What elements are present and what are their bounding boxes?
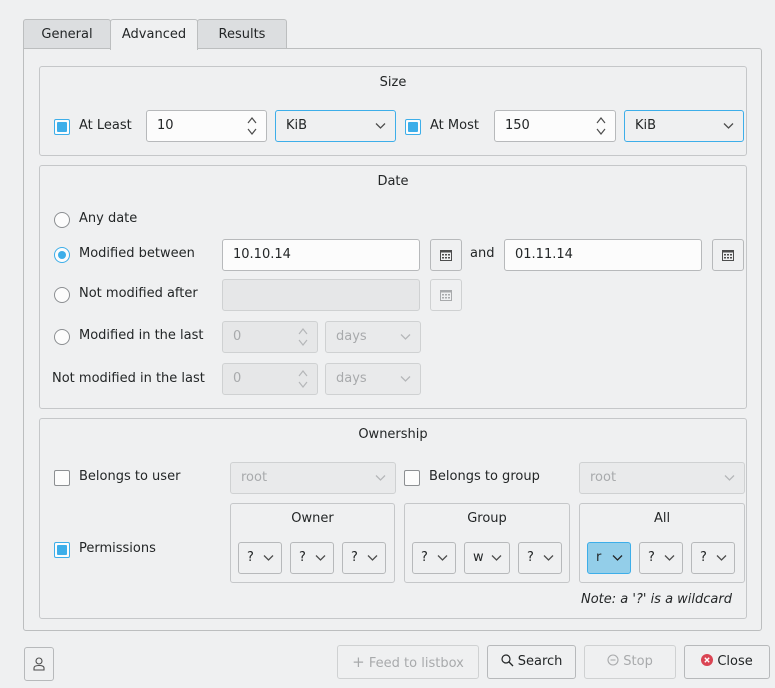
and-label: and	[470, 246, 495, 261]
modified-in-last-unit-select[interactable]: days	[325, 321, 421, 353]
close-button[interactable]: Close	[684, 645, 770, 679]
not-modified-after-radio[interactable]	[54, 287, 70, 303]
owner-exec-select[interactable]: ?	[342, 542, 386, 574]
plus-icon: +	[352, 653, 365, 671]
chevron-down-icon	[375, 123, 386, 129]
belongs-to-user-label: Belongs to user	[79, 469, 181, 484]
group-read-select[interactable]: ?	[412, 542, 456, 574]
chevron-down-icon	[367, 555, 378, 561]
chevron-down-icon	[723, 123, 734, 129]
date-from-field[interactable]: 10.10.14	[222, 239, 420, 271]
size-group: Size At Least 10 KiB At Most 150 KiB	[39, 66, 747, 156]
date-to-calendar-button[interactable]	[712, 239, 744, 271]
spin-arrows-icon	[298, 328, 308, 346]
group-exec-select[interactable]: ?	[518, 542, 562, 574]
chevron-down-icon	[491, 555, 502, 561]
date-title: Date	[377, 174, 409, 189]
wildcard-note: Note: a '?' is a wildcard	[581, 592, 732, 607]
at-least-unit-select[interactable]: KiB	[275, 110, 396, 142]
any-date-label: Any date	[79, 211, 138, 226]
user-select[interactable]: root	[230, 462, 396, 494]
not-modified-after-label: Not modified after	[79, 286, 198, 301]
permissions-checkbox[interactable]	[54, 542, 70, 558]
close-icon	[701, 654, 714, 666]
owner-read-select[interactable]: ?	[238, 542, 282, 574]
advanced-panel: Size At Least 10 KiB At Most 150 KiB Dat…	[23, 48, 762, 631]
all-exec-select[interactable]: ?	[691, 542, 735, 574]
belongs-to-user-checkbox[interactable]	[54, 470, 70, 486]
all-write-select[interactable]: ?	[639, 542, 683, 574]
chevron-down-icon	[400, 334, 411, 340]
search-button[interactable]: Search	[487, 645, 576, 679]
at-most-checkbox[interactable]	[405, 119, 421, 135]
feed-to-listbox-button[interactable]: + Feed to listbox	[337, 645, 479, 679]
size-title: Size	[379, 75, 407, 90]
date-to-field[interactable]: 01.11.14	[504, 239, 702, 271]
at-least-label: At Least	[79, 118, 132, 133]
chevron-down-icon	[724, 475, 735, 481]
spin-arrows-icon	[247, 117, 257, 135]
ownership-group: Ownership Belongs to user root Belongs t…	[39, 418, 747, 619]
tab-general[interactable]: General	[23, 19, 111, 49]
not-modified-in-last-label: Not modified in the last	[52, 371, 205, 386]
modified-in-last-spinbox[interactable]: 0	[222, 321, 318, 353]
group-perms-box: Group ? w ?	[404, 503, 570, 583]
date-group: Date Any date Modified between 10.10.14 …	[39, 165, 747, 409]
date-from-calendar-button[interactable]	[430, 239, 462, 271]
chevron-down-icon	[375, 475, 386, 481]
at-most-unit-select[interactable]: KiB	[624, 110, 744, 142]
chevron-down-icon	[437, 555, 448, 561]
stop-icon	[607, 654, 619, 666]
owner-perms-box: Owner ? ? ?	[230, 503, 395, 583]
at-most-label: At Most	[430, 118, 479, 133]
search-icon	[500, 654, 514, 667]
modified-in-last-radio[interactable]	[54, 329, 70, 345]
chevron-down-icon	[543, 555, 554, 561]
modified-between-label: Modified between	[79, 246, 195, 261]
not-modified-after-field[interactable]	[222, 279, 420, 311]
chevron-down-icon	[263, 555, 274, 561]
at-least-checkbox[interactable]	[54, 119, 70, 135]
belongs-to-group-checkbox[interactable]	[404, 470, 420, 486]
chevron-down-icon	[664, 555, 675, 561]
at-least-spinbox[interactable]: 10	[146, 110, 267, 142]
chevron-down-icon	[400, 376, 411, 382]
not-modified-after-calendar-button[interactable]	[430, 279, 462, 311]
any-date-radio[interactable]	[54, 212, 70, 228]
calendar-icon	[440, 250, 452, 261]
all-read-select[interactable]: r	[587, 542, 631, 574]
modified-between-radio[interactable]	[54, 247, 70, 263]
not-modified-in-last-spinbox[interactable]: 0	[222, 363, 318, 395]
at-most-spinbox[interactable]: 150	[494, 110, 616, 142]
tab-advanced[interactable]: Advanced	[110, 19, 198, 50]
permissions-label: Permissions	[79, 541, 156, 556]
modified-in-last-label: Modified in the last	[79, 328, 204, 343]
user-icon	[33, 657, 45, 671]
group-write-select[interactable]: w	[464, 542, 510, 574]
calendar-icon	[722, 250, 734, 261]
not-modified-in-last-unit-select[interactable]: days	[325, 363, 421, 395]
owner-title: Owner	[291, 511, 334, 526]
chevron-down-icon	[315, 555, 326, 561]
belongs-to-group-label: Belongs to group	[429, 469, 540, 484]
all-title: All	[653, 511, 671, 526]
stop-button[interactable]: Stop	[584, 645, 676, 679]
spin-arrows-icon	[298, 370, 308, 388]
spin-arrows-icon	[596, 117, 606, 135]
tab-results[interactable]: Results	[197, 19, 287, 49]
owner-write-select[interactable]: ?	[290, 542, 334, 574]
group-select[interactable]: root	[579, 462, 745, 494]
chevron-down-icon	[612, 555, 623, 561]
all-perms-box: All r ? ?	[579, 503, 745, 583]
chevron-down-icon	[716, 555, 727, 561]
group-title: Group	[467, 511, 507, 526]
ownership-title: Ownership	[358, 427, 428, 442]
profiles-button[interactable]	[24, 647, 54, 681]
calendar-icon	[440, 290, 452, 301]
